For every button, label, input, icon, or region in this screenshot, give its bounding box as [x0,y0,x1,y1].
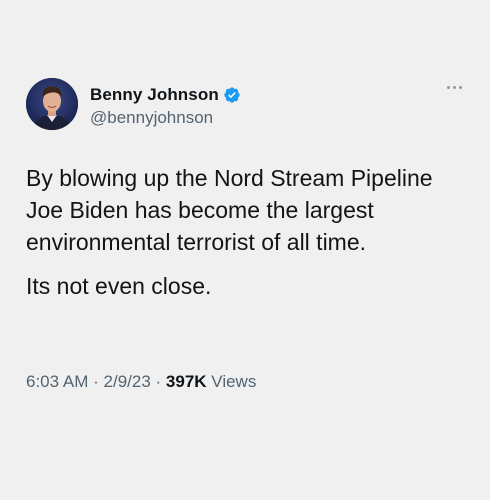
verified-badge-icon [223,86,241,104]
avatar-image [26,78,78,130]
meta-separator: · [93,372,99,391]
views-label: Views [211,372,257,391]
tweet-card: Benny Johnson @bennyjohnson By blowing u… [0,0,490,500]
more-dot [459,86,462,89]
author-name-row: Benny Johnson [90,84,241,106]
tweet-time[interactable]: 6:03 AM [26,372,88,391]
meta-separator: · [155,372,162,391]
tweet-paragraph: By blowing up the Nord Stream Pipeline J… [26,165,433,255]
tweet-date[interactable]: 2/9/23 [104,372,151,391]
tweet-metadata: 6:03 AM · 2/9/23 · 397K Views [26,372,256,392]
author-display-name[interactable]: Benny Johnson [90,85,219,105]
avatar[interactable] [26,78,78,130]
more-options-icon[interactable] [447,86,462,89]
author-handle[interactable]: @bennyjohnson [90,108,213,128]
tweet-text: By blowing up the Nord Stream Pipeline J… [26,162,466,302]
more-dot [447,86,450,89]
tweet-paragraph: Its not even close. [26,273,212,299]
more-dot [453,86,456,89]
views-count: 397K [165,372,207,391]
